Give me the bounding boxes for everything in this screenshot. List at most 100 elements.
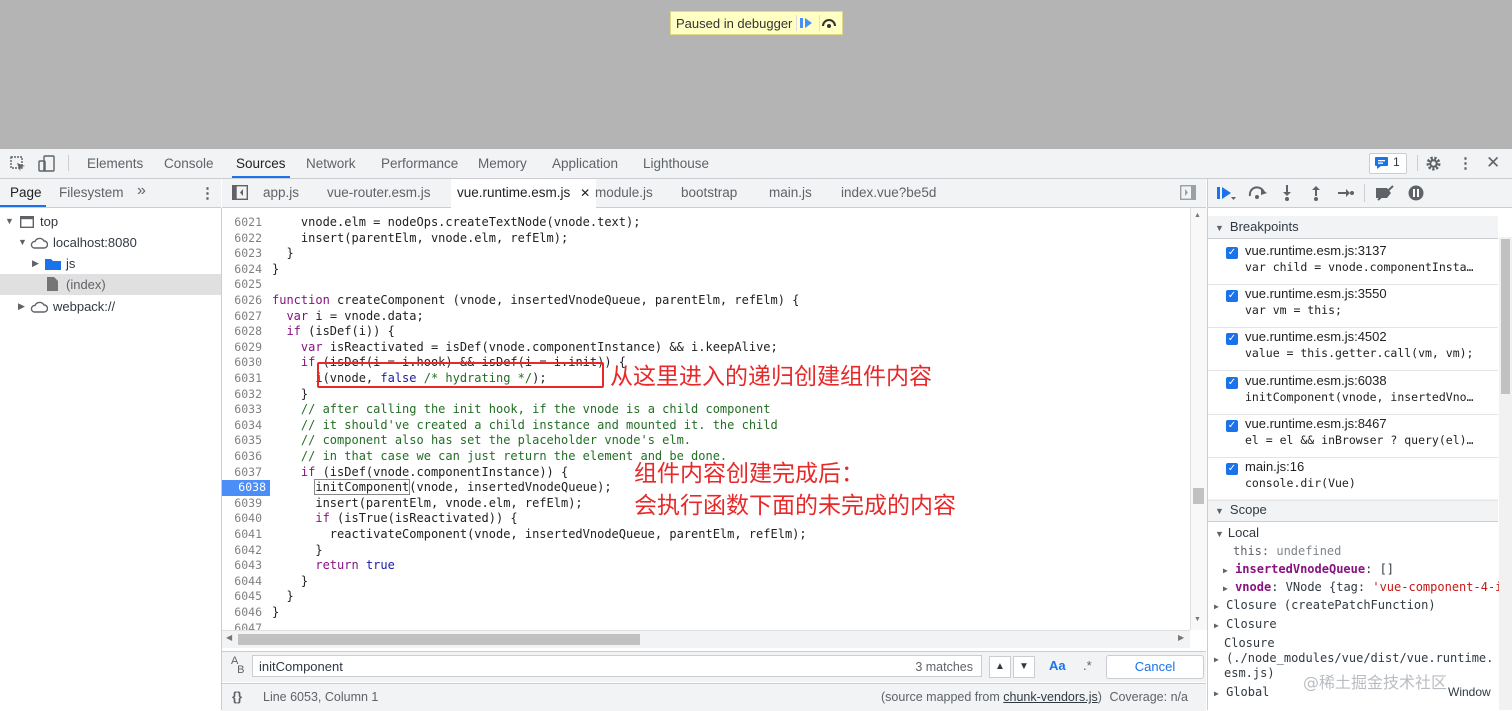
file-tab-main-js[interactable]: main.js — [769, 179, 812, 207]
source-map-link[interactable]: chunk-vendors.js — [1003, 690, 1098, 704]
code-editor[interactable]: vnode.elm = nodeOps.createTextNode(vnode… — [272, 208, 1190, 630]
banner-step-over-button[interactable] — [819, 15, 838, 31]
issues-button[interactable]: 1 — [1369, 153, 1407, 174]
match-case-button[interactable]: Aa — [1049, 658, 1066, 673]
breakpoint-checkbox[interactable]: ✓ — [1226, 333, 1238, 346]
tab-lighthouse[interactable]: Lighthouse — [643, 149, 709, 178]
line-number[interactable]: 6026 — [222, 293, 262, 309]
code-line[interactable]: if (isDef(i)) { — [272, 324, 394, 340]
navigator-menu-icon[interactable]: ⋮ — [200, 184, 215, 202]
editor-vertical-scrollbar[interactable]: ▲ ▼ — [1190, 208, 1207, 630]
scope-local[interactable]: ▼ Local — [1208, 524, 1498, 542]
breakpoint-item[interactable]: ✓ vue.runtime.esm.js:8467 el = el && inBro… — [1208, 415, 1498, 458]
banner-resume-button[interactable] — [796, 15, 815, 31]
more-options-icon[interactable]: ⋮ — [1458, 154, 1473, 172]
tab-memory[interactable]: Memory — [478, 149, 527, 178]
scroll-down-arrow-icon[interactable]: ▼ — [1194, 616, 1201, 623]
step-out-button[interactable] — [1310, 185, 1322, 204]
tree-item-top[interactable]: ▼ top — [0, 211, 221, 232]
scope-vnode[interactable]: ▶ vnode: VNode {tag: 'vue-component-4-i — [1223, 578, 1512, 596]
breakpoint-item[interactable]: ✓ main.js:16 console.dir(Vue) — [1208, 458, 1498, 501]
step-over-button[interactable] — [1248, 186, 1268, 203]
inspect-element-icon[interactable] — [10, 156, 26, 175]
line-number[interactable]: 6034 — [222, 418, 262, 434]
settings-gear-icon[interactable] — [1425, 155, 1442, 175]
code-line[interactable]: if (isTrue(isReactivated)) { — [272, 511, 517, 527]
toggle-debugger-icon[interactable] — [1179, 184, 1197, 203]
line-number[interactable]: 6021 — [222, 215, 262, 231]
breakpoint-checkbox[interactable]: ✓ — [1226, 376, 1238, 389]
file-tab-vue-runtime[interactable]: vue.runtime.esm.js ✕ — [451, 179, 597, 208]
line-number[interactable]: 6032 — [222, 387, 262, 403]
code-line[interactable]: } — [272, 574, 308, 590]
line-number[interactable]: 6040 — [222, 511, 262, 527]
scrollbar-thumb[interactable] — [1193, 488, 1204, 504]
step-button[interactable] — [1338, 187, 1354, 202]
code-line[interactable]: insert(parentElm, vnode.elm, refElm); — [272, 496, 582, 512]
previous-match-button[interactable]: ▲ — [989, 656, 1011, 678]
breakpoint-item[interactable]: ✓ vue.runtime.esm.js:3550 var vm = this; — [1208, 285, 1498, 329]
file-tab-bootstrap[interactable]: bootstrap — [681, 179, 737, 207]
code-line[interactable]: reactivateComponent(vnode, insertedVnode… — [272, 527, 807, 543]
breakpoint-item[interactable]: ✓ vue.runtime.esm.js:6038 initComponent(vn… — [1208, 372, 1498, 415]
line-number[interactable]: 6043 — [222, 558, 262, 574]
current-line-breakpoint-marker[interactable]: 6038 — [222, 480, 270, 496]
line-number[interactable]: 6033 — [222, 402, 262, 418]
tab-sources[interactable]: Sources — [232, 149, 290, 178]
scope-this[interactable]: this: undefined — [1233, 542, 1512, 560]
code-line[interactable]: // after calling the init hook, if the v… — [272, 402, 771, 418]
line-number[interactable]: 6022 — [222, 231, 262, 247]
close-devtools-icon[interactable]: ✕ — [1486, 153, 1500, 173]
line-number[interactable]: 6036 — [222, 449, 262, 465]
file-tab-module-js[interactable]: module.js — [595, 179, 653, 207]
code-line[interactable]: } — [272, 387, 308, 403]
deactivate-breakpoints-button[interactable] — [1375, 185, 1395, 204]
scroll-right-arrow-icon[interactable]: ▶ — [1178, 633, 1184, 642]
line-number[interactable]: 6025 — [222, 277, 262, 293]
breakpoint-checkbox[interactable]: ✓ — [1226, 463, 1238, 475]
code-line[interactable]: function createComponent (vnode, inserte… — [272, 293, 799, 309]
line-number[interactable]: 6031 — [222, 371, 262, 387]
code-line[interactable]: } — [272, 246, 293, 262]
code-line[interactable]: // it should've created a child instance… — [272, 418, 778, 434]
file-tab-index-vue[interactable]: index.vue?be5d — [841, 179, 936, 207]
file-tab-vue-router[interactable]: vue-router.esm.js — [327, 179, 431, 207]
code-line[interactable]: var isReactivated = isDef(vnode.componen… — [272, 340, 778, 356]
line-number[interactable]: 6023 — [222, 246, 262, 262]
breakpoint-item[interactable]: ✓ vue.runtime.esm.js:4502 value = this.get… — [1208, 328, 1498, 372]
line-number[interactable]: 6039 — [222, 496, 262, 512]
more-tabs-chevron-icon[interactable]: » — [137, 182, 146, 200]
line-number[interactable]: 6041 — [222, 527, 262, 543]
code-line[interactable]: var i = vnode.data; — [272, 309, 423, 325]
close-tab-icon[interactable]: ✕ — [580, 186, 590, 200]
line-number[interactable]: 6029 — [222, 340, 262, 356]
code-line[interactable]: // component also has set the placeholde… — [272, 433, 691, 449]
breakpoint-checkbox[interactable]: ✓ — [1226, 247, 1238, 259]
pause-on-exceptions-button[interactable] — [1408, 185, 1424, 204]
step-into-button[interactable] — [1281, 185, 1293, 204]
device-toolbar-icon[interactable] — [38, 155, 56, 176]
tree-item-index[interactable]: (index) — [0, 274, 221, 295]
line-number[interactable]: 6030 — [222, 355, 262, 371]
editor-horizontal-scrollbar[interactable]: ◀ ▶ — [222, 630, 1190, 648]
tree-item-localhost[interactable]: ▼ localhost:8080 — [0, 232, 221, 253]
cancel-search-button[interactable]: Cancel — [1106, 655, 1204, 679]
scroll-up-arrow-icon[interactable]: ▲ — [1194, 212, 1201, 219]
search-input[interactable]: initComponent 3 matches — [252, 655, 982, 677]
scope-inserted-vnode-queue[interactable]: ▶ insertedVnodeQueue: [] — [1223, 560, 1512, 578]
code-line[interactable]: } — [272, 589, 293, 605]
tab-elements[interactable]: Elements — [87, 149, 143, 178]
code-line[interactable]: } — [272, 543, 322, 559]
line-number-gutter[interactable]: 6021 6022 6023 6024 6025 6026 6027 6028 6029 6030… — [222, 208, 270, 635]
resume-button[interactable] — [1217, 186, 1237, 204]
line-number[interactable]: 6042 — [222, 543, 262, 559]
tree-item-webpack[interactable]: ▶ webpack:// — [0, 296, 221, 317]
tab-performance[interactable]: Performance — [381, 149, 458, 178]
code-line[interactable]: initComponent(vnode, insertedVnodeQueue)… — [272, 479, 612, 496]
line-number[interactable]: 6045 — [222, 589, 262, 605]
file-tab-app-js[interactable]: app.js — [263, 179, 299, 207]
breakpoint-checkbox[interactable]: ✓ — [1226, 290, 1238, 303]
regex-button[interactable]: .* — [1083, 658, 1092, 673]
code-line[interactable]: return true — [272, 558, 395, 574]
code-line[interactable]: if (isDef(vnode.componentInstance)) { — [272, 465, 568, 481]
